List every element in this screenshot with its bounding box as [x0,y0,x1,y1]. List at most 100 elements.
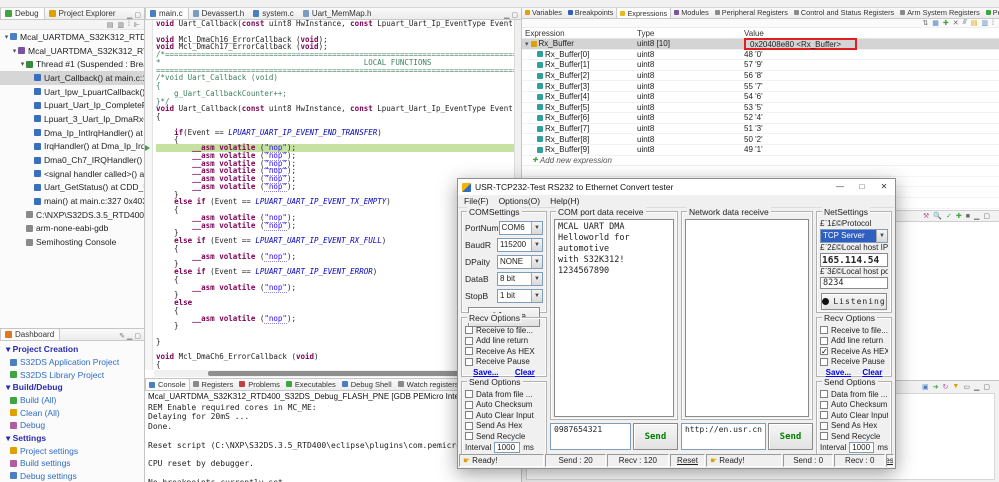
minimize-icon[interactable]: ▤ [106,21,115,29]
collapse-all-icon[interactable]: ▥ [116,21,125,29]
maximize-icon[interactable]: ▢ [982,212,991,220]
dashboard-link[interactable]: Build settings [6,457,144,470]
add-icon[interactable]: ✚ [955,212,963,220]
expression-row[interactable]: Rx_Buffer[7] uint8 51 '3' [522,124,999,135]
debug-tree-item[interactable]: Uart_Ipw_LpuartCallback() at Uart_Ipw.c [0,85,144,99]
protocol-select[interactable]: TCP Server ▼ [820,229,888,243]
tab-peripherals[interactable]: Peripherals [983,8,999,18]
clear-icon[interactable]: ▭ [962,383,971,391]
com-recv-link-save[interactable]: Save... [473,368,498,377]
dashboard-link[interactable]: Debug settings [6,470,144,482]
com-send-checkbox-send-recycle[interactable]: Send Recycle [465,431,543,442]
export-icon[interactable]: ▥ [980,19,989,27]
dashboard-link[interactable]: Build (All) [6,394,144,407]
debug-tree-item[interactable]: arm-none-eabi-gdb [0,222,144,236]
dashboard-link[interactable]: S32DS Application Project [6,356,144,369]
console-tab-watch-registers[interactable]: Watch registers [395,379,462,390]
local-ip-input[interactable]: 165.114.54 .169 [820,253,888,267]
dashboard-section-title[interactable]: ▾ Settings [6,432,144,445]
expander-icon[interactable]: ▾ [19,60,26,68]
minimize-icon[interactable]: ▁ [504,11,509,19]
refresh-icon[interactable]: ↻ [942,383,950,391]
com-setting-select-baudr[interactable]: 115200 ▼ [497,237,543,252]
expander-icon[interactable]: ▾ [525,40,529,48]
search-icon[interactable]: 🔍 [932,212,943,220]
debug-tree-item[interactable]: Uart_GetStatus() at CDD_Uart.c:1,109 0x [0,181,144,195]
interval-input-left[interactable]: 1000 [494,442,521,453]
tab-expressions[interactable]: Expressions [616,8,672,18]
net-send-input[interactable]: http://en.usr.cn [680,423,766,450]
add-new-expression-row[interactable]: ✚ Add new expression [522,156,999,167]
com-reset-button[interactable]: Reset [669,454,706,467]
console-tab-registers[interactable]: Registers [190,379,237,390]
view-menu-icon[interactable]: ⁞ [127,21,131,28]
expression-row[interactable]: Rx_Buffer[9] uint8 49 '1' [522,145,999,156]
com-recv-checkbox-receive-pause[interactable]: Receive Pause [465,357,543,368]
tab-arm-system-registers[interactable]: Arm System Registers [897,8,983,18]
view-menu-icon[interactable]: ⁞ [991,20,995,27]
maximize-icon[interactable]: ▢ [134,332,141,340]
column-type[interactable]: Type [635,29,742,38]
expression-row[interactable]: Rx_Buffer[8] uint8 50 '2' [522,134,999,145]
expression-row[interactable]: Rx_Buffer[4] uint8 54 '6' [522,92,999,103]
console-tab-debug-shell[interactable]: Debug Shell [339,379,395,390]
editor-gutter[interactable] [145,20,153,370]
com-recv-link-clear[interactable]: Clear [515,368,535,377]
net-recv-checkbox-add-line-return[interactable]: Add line return [820,336,888,347]
net-send-checkbox-auto-checksum[interactable]: Auto Checksum [820,400,888,411]
add-expression-icon[interactable]: ✚ [942,19,950,27]
tab-project-explorer[interactable]: Project Explorer [45,8,121,19]
net-data-receive-area[interactable] [684,219,809,417]
debug-tree-item[interactable]: Lpuart_Uart_Ip_CompleteReceiveUsingD [0,98,144,112]
listening-button[interactable]: Listening [821,293,887,310]
debug-tree-item[interactable]: Lpuart_3_Uart_Ip_DmaRxCompleteCallb [0,112,144,126]
expression-row[interactable]: Rx_Buffer[1] uint8 57 '9' [522,60,999,71]
expander-icon[interactable]: ▾ [11,47,18,55]
column-value[interactable]: Value [742,29,999,38]
dashboard-section-title[interactable]: ▾ Project Creation [6,343,144,356]
console-tab-problems[interactable]: Problems [236,379,283,390]
show-type-icon[interactable]: ⇅ [921,19,929,27]
expression-row[interactable]: Rx_Buffer[5] uint8 53 '5' [522,103,999,114]
com-send-input[interactable]: 0987654321 [550,423,631,450]
com-recv-checkbox-receive-to-file-[interactable]: Receive to file... [465,325,543,336]
expression-row[interactable]: Rx_Buffer[2] uint8 56 '8' [522,71,999,82]
debug-tree-item[interactable]: <signal handler called>() at 0xfffffff9 [0,167,144,181]
tab-modules[interactable]: Modules [671,8,712,18]
tab-breakpoints[interactable]: Breakpoints [565,8,617,18]
remove-expression-icon[interactable]: ✕ [952,19,960,27]
maximize-icon[interactable]: ▢ [982,383,991,391]
minimize-button[interactable]: — [829,179,851,195]
tab-debug[interactable]: Debug [0,8,45,19]
layout-icon[interactable]: ▦ [931,19,940,27]
debug-tree-item[interactable]: Semihosting Console [0,235,144,249]
net-recv-link-clear[interactable]: Clear [862,368,882,377]
new-tab-icon[interactable]: ▣ [921,383,930,391]
net-send-button[interactable]: Send [768,423,813,450]
debug-tree-item[interactable]: ▾ Mcal_UARTDMA_S32K312_RTD400_S32DS.elf [0,44,144,58]
net-recv-checkbox-receive-pause[interactable]: Receive Pause [820,357,888,368]
editor-tab-system-c[interactable]: system.c [249,8,299,19]
check-icon[interactable]: ✓ [945,212,953,220]
editor-tab-Uart_MemMap-h[interactable]: Uart_MemMap.h [299,8,377,19]
com-send-checkbox-data-from-file-[interactable]: Data from file ... [465,389,543,400]
tab-variables[interactable]: Variables [522,8,565,18]
menu-item-options[interactable]: Options(O) [499,196,541,206]
net-send-checkbox-send-recycle[interactable]: Send Recycle [820,431,888,442]
dashboard-link[interactable]: Project settings [6,445,144,458]
com-send-checkbox-send-as-hex[interactable]: Send As Hex [465,421,543,432]
menu-item-help[interactable]: Help(H) [550,196,579,206]
console-tab-executables[interactable]: Executables [283,379,339,390]
com-setting-select-dpaity[interactable]: NONE ▼ [497,254,543,269]
minimize-icon[interactable]: ▁ [973,212,980,220]
net-recv-checkbox-receive-to-file-[interactable]: Receive to file... [820,325,888,336]
expander-icon[interactable]: ▾ [3,33,10,41]
local-port-input[interactable]: 8234 [820,277,888,289]
tab-dashboard[interactable]: Dashboard [0,329,61,340]
import-icon[interactable]: ▤ [970,19,979,27]
debug-tree-item[interactable]: Uart_Callback() at main.c:113 0x40321e [0,71,144,85]
com-setting-select-portnum[interactable]: COM6 ▼ [498,220,543,235]
minimize-icon[interactable]: ▁ [127,11,132,19]
stop-icon[interactable]: ■ [965,213,971,220]
dashboard-link[interactable]: Clean (All) [6,407,144,420]
